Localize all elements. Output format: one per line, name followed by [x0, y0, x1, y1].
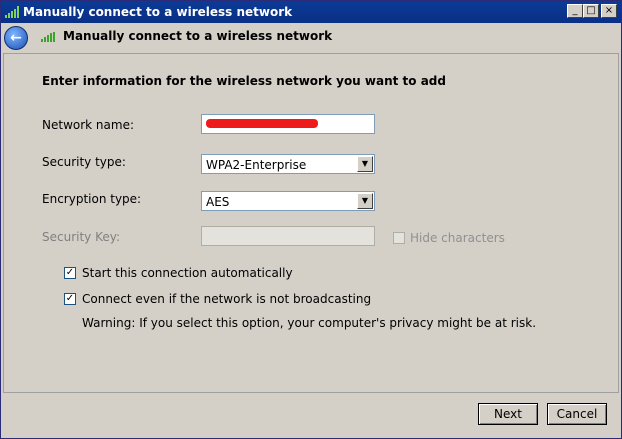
wizard-window: Manually connect to a wireless network _…: [0, 0, 622, 439]
network-name-input[interactable]: [201, 114, 375, 134]
wireless-signal-icon: [5, 6, 19, 18]
security-type-value: WPA2-Enterprise: [206, 158, 307, 172]
encryption-type-label: Encryption type:: [42, 192, 142, 206]
security-key-label: Security Key:: [42, 230, 121, 244]
hide-characters-label: Hide characters: [410, 231, 505, 245]
form-heading: Enter information for the wireless netwo…: [42, 74, 446, 88]
redaction-mark: [206, 119, 318, 128]
chevron-down-icon[interactable]: ▼: [357, 193, 373, 209]
start-auto-label: Start this connection automatically: [82, 266, 293, 280]
hide-characters-checkbox[interactable]: [393, 232, 405, 244]
encryption-type-value: AES: [206, 195, 230, 209]
back-arrow-icon[interactable]: ←: [4, 26, 28, 50]
encryption-type-select[interactable]: AES ▼: [201, 191, 375, 211]
close-button[interactable]: ×: [601, 4, 617, 18]
minimize-button[interactable]: _: [567, 4, 583, 18]
connect-hidden-label: Connect even if the network is not broad…: [82, 292, 372, 306]
window-title: Manually connect to a wireless network: [23, 5, 293, 19]
connect-hidden-checkbox[interactable]: ✓: [64, 293, 76, 305]
nav-bar: ← Manually connect to a wireless network: [1, 23, 621, 50]
title-bar[interactable]: Manually connect to a wireless network _…: [1, 1, 621, 23]
security-key-input[interactable]: [201, 226, 375, 246]
maximize-button[interactable]: □: [583, 4, 599, 18]
privacy-warning: Warning: If you select this option, your…: [82, 316, 537, 330]
form-panel: Enter information for the wireless netwo…: [3, 53, 619, 393]
security-type-label: Security type:: [42, 155, 126, 169]
cancel-button[interactable]: Cancel: [547, 403, 607, 425]
page-title: Manually connect to a wireless network: [63, 29, 333, 43]
wireless-signal-icon: [41, 32, 55, 42]
network-name-label: Network name:: [42, 118, 134, 132]
start-auto-checkbox[interactable]: ✓: [64, 267, 76, 279]
next-button[interactable]: Next: [478, 403, 538, 425]
chevron-down-icon[interactable]: ▼: [357, 156, 373, 172]
security-type-select[interactable]: WPA2-Enterprise ▼: [201, 154, 375, 174]
